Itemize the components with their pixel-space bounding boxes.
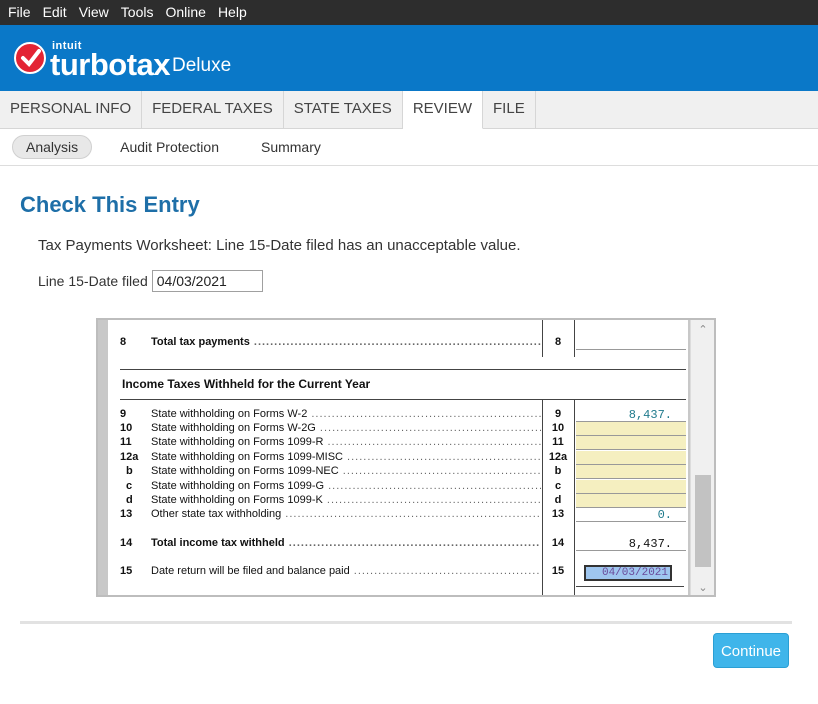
scroll-up-icon[interactable]: ⌃ bbox=[691, 323, 714, 336]
line-number: 13 bbox=[120, 508, 133, 520]
section-rule bbox=[120, 369, 686, 370]
form-line-11: 11 State withholding on Forms 1099-R 11 bbox=[108, 436, 688, 450]
column-divider bbox=[542, 320, 543, 357]
line-ref: 14 bbox=[551, 537, 565, 549]
line-number: 8 bbox=[120, 336, 127, 348]
form-line-12b: b State withholding on Forms 1099-NEC b bbox=[108, 465, 688, 479]
line-description: State withholding on Forms 1099-K bbox=[151, 494, 541, 506]
line-ref: d bbox=[554, 494, 562, 506]
tab-federal-taxes[interactable]: FEDERAL TAXES bbox=[142, 91, 284, 129]
line-number: c bbox=[126, 480, 133, 492]
form-line-12d: d State withholding on Forms 1099-K d bbox=[108, 494, 688, 508]
line-description: Total income tax withheld bbox=[151, 537, 541, 549]
subnav-analysis[interactable]: Analysis bbox=[12, 135, 93, 159]
menu-online[interactable]: Online bbox=[159, 0, 211, 25]
worksheet: 8 Total tax payments 8 Income Taxes With… bbox=[108, 320, 688, 595]
line-ref: 15 bbox=[551, 565, 565, 577]
line-value[interactable] bbox=[576, 422, 686, 436]
line-number: 15 bbox=[120, 565, 133, 577]
menu-help[interactable]: Help bbox=[212, 0, 253, 25]
footer-divider bbox=[20, 621, 792, 624]
turbotax-logo-text: turbotax bbox=[50, 47, 171, 82]
line-description: State withholding on Forms 1099-NEC bbox=[151, 465, 541, 477]
line-description: Total tax payments bbox=[151, 336, 541, 348]
tab-state-taxes[interactable]: STATE TAXES bbox=[284, 91, 403, 129]
line-value: 8,437. bbox=[576, 537, 686, 551]
line-value-selected[interactable]: 04/03/2021 bbox=[584, 565, 672, 581]
line-value[interactable] bbox=[576, 494, 686, 508]
menu-file[interactable]: File bbox=[2, 0, 37, 25]
form-line-12a: 12a State withholding on Forms 1099-MISC… bbox=[108, 451, 688, 465]
line-ref: 13 bbox=[551, 508, 565, 520]
line-ref: 9 bbox=[554, 408, 562, 420]
scroll-down-icon[interactable]: ⌄ bbox=[691, 581, 714, 594]
line-number: b bbox=[126, 465, 133, 477]
menu-bar: File Edit View Tools Online Help bbox=[0, 0, 818, 25]
value-underline bbox=[576, 586, 684, 587]
section-title: Income Taxes Withheld for the Current Ye… bbox=[122, 377, 371, 391]
tab-file[interactable]: FILE bbox=[483, 91, 536, 129]
section-rule bbox=[120, 399, 686, 400]
subnav-audit-protection[interactable]: Audit Protection bbox=[106, 135, 233, 159]
edition-label: Deluxe bbox=[172, 55, 232, 76]
form-line-15: 15 Date return will be filed and balance… bbox=[108, 565, 688, 581]
line-description: Other state tax withholding bbox=[151, 508, 541, 520]
main-tabs: PERSONAL INFO FEDERAL TAXES STATE TAXES … bbox=[0, 91, 818, 129]
line-value[interactable]: 0. bbox=[576, 508, 686, 522]
line-number: 12a bbox=[120, 451, 139, 463]
line-description: State withholding on Forms 1099-R bbox=[151, 436, 541, 448]
error-message: Tax Payments Worksheet: Line 15-Date fil… bbox=[38, 237, 521, 254]
date-filed-row: Line 15-Date filed bbox=[38, 270, 263, 292]
form-line-14: 14 Total income tax withheld 14 8,437. bbox=[108, 537, 688, 551]
line-value[interactable] bbox=[576, 465, 686, 479]
line-ref: c bbox=[554, 480, 562, 492]
line-number: 11 bbox=[120, 436, 132, 448]
date-filed-input[interactable] bbox=[151, 270, 263, 292]
line-number: 10 bbox=[120, 422, 133, 434]
line-ref: 12a bbox=[548, 451, 568, 463]
brand-header: intuit turbotax Deluxe bbox=[0, 25, 818, 91]
form-line-13: 13 Other state tax withholding 13 0. bbox=[108, 508, 688, 522]
page-title: Check This Entry bbox=[20, 192, 200, 217]
line-description: State withholding on Forms W-2G bbox=[151, 422, 541, 434]
line-value[interactable] bbox=[576, 336, 686, 350]
form-line-9: 9 State withholding on Forms W-2 9 8,437… bbox=[108, 408, 688, 422]
line-description: State withholding on Forms 1099-MISC bbox=[151, 451, 541, 463]
form-line-8: 8 Total tax payments 8 bbox=[108, 336, 688, 350]
line-value[interactable] bbox=[576, 451, 686, 465]
line-value[interactable] bbox=[576, 480, 686, 494]
subnav-summary[interactable]: Summary bbox=[247, 135, 335, 159]
menu-edit[interactable]: Edit bbox=[37, 0, 73, 25]
line-ref: b bbox=[554, 465, 562, 477]
scroll-thumb[interactable] bbox=[695, 475, 711, 567]
line-description: Date return will be filed and balance pa… bbox=[151, 565, 541, 577]
form-preview: 8 Total tax payments 8 Income Taxes With… bbox=[96, 318, 716, 597]
date-filed-label: Line 15-Date filed bbox=[38, 273, 148, 289]
form-line-12c: c State withholding on Forms 1099-G c bbox=[108, 480, 688, 494]
continue-button[interactable]: Continue bbox=[713, 633, 789, 668]
menu-view[interactable]: View bbox=[73, 0, 115, 25]
sub-navigation: Analysis Audit Protection Summary bbox=[0, 129, 818, 166]
column-divider bbox=[574, 320, 575, 357]
line-number: 9 bbox=[120, 408, 127, 420]
line-description: State withholding on Forms 1099-G bbox=[151, 480, 541, 492]
line-ref: 10 bbox=[551, 422, 565, 434]
line-value[interactable]: 8,437. bbox=[576, 408, 686, 422]
line-number: 14 bbox=[120, 537, 133, 549]
form-scrollbar[interactable]: ⌃ ⌄ bbox=[690, 320, 714, 595]
turbotax-check-icon bbox=[14, 42, 46, 74]
line-number: d bbox=[126, 494, 133, 506]
line-ref: 11 bbox=[552, 436, 564, 448]
tab-review[interactable]: REVIEW bbox=[402, 91, 484, 129]
menu-tools[interactable]: Tools bbox=[115, 0, 160, 25]
line-description: State withholding on Forms W-2 bbox=[151, 408, 541, 420]
form-line-10: 10 State withholding on Forms W-2G 10 bbox=[108, 422, 688, 436]
line-value[interactable] bbox=[576, 436, 686, 450]
tab-personal-info[interactable]: PERSONAL INFO bbox=[0, 91, 143, 129]
line-ref: 8 bbox=[554, 336, 562, 348]
